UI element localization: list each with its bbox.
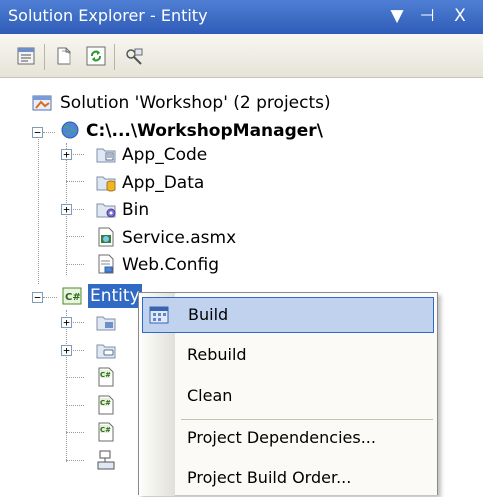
expand-bin-toggle[interactable]: +: [61, 204, 72, 215]
properties-folder-icon: [94, 310, 118, 334]
entity-label: Entity: [88, 284, 142, 308]
tree-connector: [66, 460, 84, 461]
tree-item-web-config[interactable]: Web.Config: [122, 250, 219, 280]
tree-connector: [43, 132, 55, 133]
svg-text:C#: C#: [65, 292, 81, 303]
expand-properties-toggle[interactable]: +: [61, 317, 72, 328]
show-all-files-icon[interactable]: [52, 44, 76, 68]
collapse-entity-toggle[interactable]: −: [32, 292, 43, 303]
tree-connector: [66, 181, 84, 182]
close-icon[interactable]: X: [449, 4, 471, 28]
toolbar-separator: [44, 44, 45, 70]
csharp-file-icon: C#: [94, 393, 118, 417]
svg-text:C#: C#: [100, 371, 111, 379]
toolbar: [0, 34, 483, 78]
tree-item-app-code[interactable]: App_Code: [122, 140, 207, 170]
clean-label: Clean: [187, 386, 233, 405]
app-code-label: App_Code: [122, 145, 208, 165]
web-project-icon: [58, 118, 82, 142]
tree-connector: [43, 297, 57, 298]
tree-connector: [38, 134, 39, 284]
app-data-label: App_Data: [122, 173, 205, 193]
solution-icon: [30, 90, 54, 114]
window-title: Solution Explorer - Entity: [8, 6, 208, 25]
web-config-label: Web.Config: [122, 255, 220, 275]
dropdown-icon[interactable]: ▼: [386, 4, 408, 28]
folder-icon: [94, 142, 118, 166]
tree-item-entity[interactable]: Entity: [88, 281, 142, 311]
class-diagram-icon: [94, 448, 118, 472]
tree-item-service-asmx[interactable]: Service.asmx: [122, 223, 236, 253]
menu-item-project-build-order[interactable]: Project Build Order...: [142, 461, 434, 497]
config-file-icon: [94, 252, 118, 276]
csharp-file-icon: C#: [94, 420, 118, 444]
collapse-website-toggle[interactable]: −: [32, 127, 43, 138]
toolbar-separator: [114, 44, 115, 70]
bin-label: Bin: [122, 200, 150, 220]
rebuild-label: Rebuild: [187, 345, 247, 364]
expand-app-code-toggle[interactable]: +: [61, 149, 72, 160]
menu-separator: [181, 419, 433, 420]
tree-connector: [66, 377, 84, 378]
expand-references-toggle[interactable]: +: [61, 345, 72, 356]
menu-item-project-dependencies[interactable]: Project Dependencies...: [142, 421, 434, 457]
csharp-project-icon: C#: [60, 284, 84, 308]
tree-item-solution[interactable]: Solution 'Workshop' (2 projects): [60, 88, 331, 118]
web-service-file-icon: [94, 225, 118, 249]
tree-item-bin[interactable]: Bin: [122, 195, 149, 225]
menu-item-rebuild[interactable]: Rebuild: [142, 338, 434, 374]
csharp-file-icon: C#: [94, 365, 118, 389]
project-dependencies-label: Project Dependencies...: [187, 428, 376, 447]
tree-connector: [66, 405, 84, 406]
build-label: Build: [188, 305, 229, 324]
project-build-order-label: Project Build Order...: [187, 468, 352, 487]
menu-item-clean[interactable]: Clean: [142, 379, 434, 415]
bin-folder-icon: [94, 197, 118, 221]
context-menu: Build Rebuild Clean Project Dependencies…: [138, 292, 438, 497]
tree-connector: [66, 310, 67, 462]
pin-icon[interactable]: ⊣: [416, 4, 438, 28]
properties-icon[interactable]: [14, 44, 38, 68]
tree-connector: [66, 432, 84, 433]
svg-text:C#: C#: [100, 399, 111, 407]
tree-connector: [66, 264, 84, 265]
build-icon: [148, 304, 170, 326]
service-asmx-label: Service.asmx: [122, 228, 237, 248]
tree-connector: [66, 236, 84, 237]
copy-website-icon[interactable]: [122, 44, 146, 68]
references-folder-icon: [94, 338, 118, 362]
svg-text:C#: C#: [100, 426, 111, 434]
menu-item-build[interactable]: Build: [142, 297, 434, 333]
title-bar: Solution Explorer - Entity ▼ ⊣ X: [0, 0, 483, 34]
database-folder-icon: [94, 170, 118, 194]
tree-item-app-data[interactable]: App_Data: [122, 168, 204, 198]
refresh-icon[interactable]: [84, 44, 108, 68]
solution-label: Solution 'Workshop' (2 projects): [60, 93, 331, 113]
